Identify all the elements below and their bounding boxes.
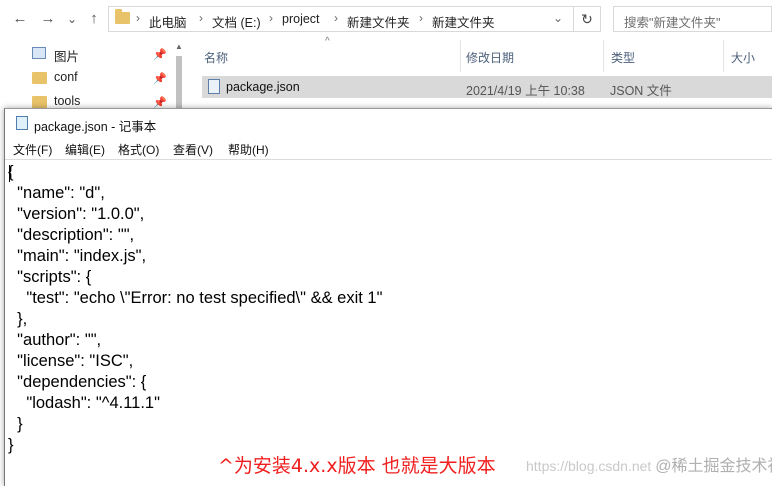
refresh-icon[interactable]: ↻ <box>573 7 600 31</box>
column-headers: 名称 修改日期 类型 大小 <box>0 38 772 74</box>
breadcrumb-separator-icon: › <box>269 11 273 25</box>
column-header-size[interactable]: 大小 <box>731 49 755 66</box>
recent-locations-chevron-icon[interactable]: ⌄ <box>62 9 82 29</box>
window-title: package.json - 记事本 <box>34 120 157 134</box>
menu-bar: 文件(F) 编辑(E) 格式(O) 查看(V) 帮助(H) <box>5 137 772 159</box>
text-editor[interactable]: { "name": "d", "version": "1.0.0", "desc… <box>8 162 768 482</box>
breadcrumb-current-folder[interactable]: 新建文件夹 <box>432 12 495 31</box>
file-modified: 2021/4/19 上午 10:38 <box>466 84 585 98</box>
file-explorer-window: ← → ⌄ ↑ › 此电脑 › 文档 (E:) › project › 新建文件… <box>0 0 772 110</box>
back-arrow-icon[interactable]: ← <box>10 9 30 29</box>
sidebar-item-label: tools <box>54 94 81 108</box>
search-input[interactable]: 搜索"新建文件夹" <box>613 6 772 32</box>
column-header-type[interactable]: 类型 <box>611 49 635 66</box>
watermark-url: https://blog.csdn.net <box>526 458 652 474</box>
annotation-text: ^为安装4.x.x版本 也就是大版本 <box>218 455 496 477</box>
column-divider[interactable] <box>603 40 604 72</box>
menu-help[interactable]: 帮助(H) <box>228 141 269 158</box>
breadcrumb-separator-icon: › <box>419 11 423 25</box>
menu-edit[interactable]: 编辑(E) <box>65 141 105 158</box>
json-file-icon <box>208 79 220 94</box>
breadcrumb-project[interactable]: project <box>282 12 320 26</box>
breadcrumb-folder[interactable]: 新建文件夹 <box>347 12 410 31</box>
folder-icon <box>32 96 47 108</box>
breadcrumb-separator-icon: › <box>136 11 140 25</box>
breadcrumb-this-pc[interactable]: 此电脑 <box>149 12 187 31</box>
notepad-window: package.json - 记事本 文件(F) 编辑(E) 格式(O) 查看(… <box>4 108 772 486</box>
address-dropdown-icon[interactable]: ⌄ <box>553 11 563 25</box>
column-header-modified[interactable]: 修改日期 <box>466 49 514 66</box>
menu-file[interactable]: 文件(F) <box>13 141 52 158</box>
menu-view[interactable]: 查看(V) <box>173 141 213 158</box>
menu-divider <box>5 159 772 160</box>
notepad-icon <box>16 116 28 130</box>
menu-format[interactable]: 格式(O) <box>118 141 159 158</box>
breadcrumb-separator-icon: › <box>199 11 203 25</box>
column-divider[interactable] <box>460 40 461 72</box>
folder-icon <box>115 9 130 24</box>
file-type: JSON 文件 <box>610 84 672 98</box>
file-row-package-json[interactable]: package.json 2021/4/19 上午 10:38 JSON 文件 <box>202 76 772 98</box>
breadcrumb-separator-icon: › <box>334 11 338 25</box>
file-content[interactable]: { "name": "d", "version": "1.0.0", "desc… <box>8 162 382 456</box>
forward-arrow-icon[interactable]: → <box>38 9 58 29</box>
breadcrumb-drive[interactable]: 文档 (E:) <box>212 12 261 31</box>
watermark: https://blog.csdn.net @稀土掘金技术社区 <box>526 452 772 476</box>
file-name: package.json <box>226 80 300 94</box>
title-bar[interactable]: package.json - 记事本 <box>5 109 772 137</box>
up-arrow-icon[interactable]: ↑ <box>84 9 104 29</box>
column-header-name[interactable]: 名称 <box>204 49 228 66</box>
watermark-brand: @稀土掘金技术社区 <box>655 458 772 475</box>
address-bar[interactable]: › 此电脑 › 文档 (E:) › project › 新建文件夹 › 新建文件… <box>108 6 601 32</box>
column-divider[interactable] <box>723 40 724 72</box>
address-row: ← → ⌄ ↑ › 此电脑 › 文档 (E:) › project › 新建文件… <box>0 0 772 38</box>
